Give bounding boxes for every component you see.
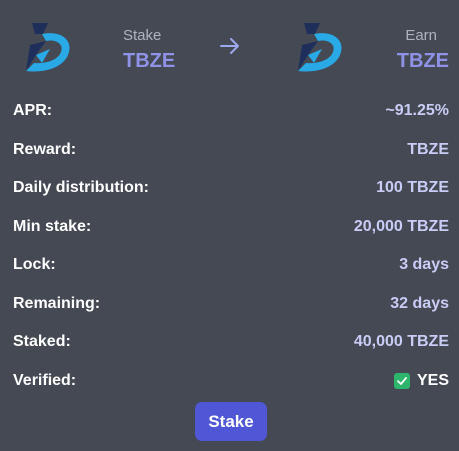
verified-label: Verified: (13, 371, 77, 389)
arrow-right-icon (219, 36, 241, 56)
staked-value: 40,000 TBZE (353, 333, 449, 350)
tbze-logo-icon (26, 23, 70, 72)
min-stake-label: Min stake: (13, 217, 92, 235)
earn-label: Earn (405, 27, 437, 44)
pool-header: Stake TBZE Earn TBZE (0, 0, 459, 90)
staking-pool-card: Stake TBZE Earn TBZE APR: ~91.25% Reward… (0, 0, 459, 451)
verified-value-group: YES (393, 371, 449, 390)
lock-label: Lock: (13, 256, 56, 273)
checkbox-checked-icon (393, 372, 410, 389)
verified-value: YES (416, 371, 449, 389)
reward-value: TBZE (407, 140, 449, 158)
remaining-value: 32 days (390, 294, 449, 312)
daily-distribution-row: Daily distribution: 100 TBZE (0, 169, 459, 208)
daily-distribution-value: 100 TBZE (376, 179, 449, 196)
pool-details: APR: ~91.25% Reward: TBZE Daily distribu… (0, 92, 459, 400)
apr-value: ~91.25% (385, 102, 449, 119)
earn-token-symbol: TBZE (396, 50, 449, 72)
reward-row: Reward: TBZE (0, 131, 459, 170)
tbze-logo-icon (298, 23, 342, 72)
verified-row: Verified: YES (0, 362, 459, 401)
staked-label: Staked: (13, 333, 71, 350)
stake-token-logo (22, 19, 74, 77)
stake-button[interactable]: Stake (195, 402, 267, 441)
reward-label: Reward: (13, 140, 77, 158)
min-stake-value: 20,000 TBZE (353, 217, 449, 235)
earn-token-logo (294, 19, 346, 77)
apr-row: APR: ~91.25% (0, 92, 459, 131)
stake-label: Stake (123, 27, 162, 44)
stake-token-symbol: TBZE (123, 50, 176, 72)
daily-distribution-label: Daily distribution: (13, 179, 149, 196)
remaining-label: Remaining: (13, 294, 101, 312)
remaining-row: Remaining: 32 days (0, 285, 459, 324)
min-stake-row: Min stake: 20,000 TBZE (0, 208, 459, 247)
lock-row: Lock: 3 days (0, 246, 459, 285)
apr-label: APR: (13, 102, 53, 119)
lock-value: 3 days (399, 256, 449, 273)
staked-row: Staked: 40,000 TBZE (0, 323, 459, 362)
